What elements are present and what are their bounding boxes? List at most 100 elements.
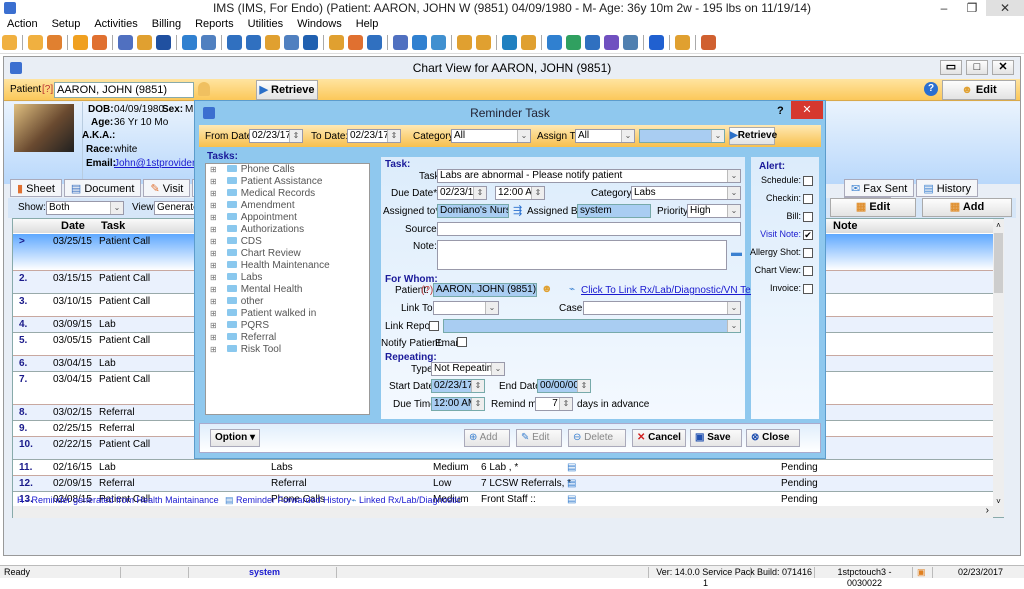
toolbar-button-icon[interactable] bbox=[521, 35, 536, 50]
email-link[interactable]: John@1stprovidersc bbox=[114, 158, 205, 169]
toolbar-button-icon[interactable] bbox=[329, 35, 344, 50]
task-select[interactable]: Labs are abnormal - Please notify patien… bbox=[437, 169, 741, 183]
alert-checkbox[interactable] bbox=[803, 247, 813, 258]
tree-item[interactable]: ⊞ Appointment bbox=[206, 212, 369, 224]
menu-reports[interactable]: Reports bbox=[188, 16, 241, 32]
header-task[interactable]: Task bbox=[101, 219, 125, 233]
expand-icon[interactable]: ⊞ bbox=[210, 189, 217, 198]
patient-help-link[interactable]: (?) bbox=[421, 285, 433, 296]
menu-windows[interactable]: Windows bbox=[290, 16, 349, 32]
expand-icon[interactable]: ⊞ bbox=[210, 273, 217, 282]
note-field[interactable] bbox=[437, 240, 727, 270]
expand-icon[interactable]: ⊞ bbox=[210, 201, 217, 210]
link-report-checkbox[interactable] bbox=[429, 321, 439, 331]
delete-button[interactable]: ⊖ Delete bbox=[568, 429, 626, 447]
menu-setup[interactable]: Setup bbox=[45, 16, 88, 32]
tab-sheet[interactable]: ▮ Sheet bbox=[10, 179, 62, 197]
menu-help[interactable]: Help bbox=[349, 16, 386, 32]
menu-utilities[interactable]: Utilities bbox=[241, 16, 290, 32]
toolbar-button-icon[interactable] bbox=[227, 35, 242, 50]
tree-item[interactable]: ⊞ Labs bbox=[206, 272, 369, 284]
toolbar-button-icon[interactable] bbox=[118, 35, 133, 50]
source-field[interactable] bbox=[437, 222, 741, 236]
expand-icon[interactable]: ⊞ bbox=[210, 333, 217, 342]
tree-item[interactable]: ⊞ other bbox=[206, 296, 369, 308]
toolbar-button-icon[interactable] bbox=[284, 35, 299, 50]
toolbar-button-icon[interactable] bbox=[502, 35, 517, 50]
toolbar-button-icon[interactable] bbox=[566, 35, 581, 50]
expand-icon[interactable]: ⊞ bbox=[210, 309, 217, 318]
tab-history[interactable]: ▤ History bbox=[916, 179, 979, 197]
expand-icon[interactable]: ⊞ bbox=[210, 261, 217, 270]
tree-item[interactable]: ⊞ Patient Assistance bbox=[206, 176, 369, 188]
toolbar-button-icon[interactable] bbox=[367, 35, 382, 50]
toolbar-button-icon[interactable] bbox=[28, 35, 43, 50]
expand-icon[interactable]: ⊞ bbox=[210, 285, 217, 294]
toolbar-button-icon[interactable] bbox=[623, 35, 638, 50]
toolbar-button-icon[interactable] bbox=[585, 35, 600, 50]
toolbar-button-icon[interactable] bbox=[182, 35, 197, 50]
table-row[interactable]: 11. 02/16/15 Lab Labs Medium 6 Lab , * Pending… bbox=[13, 460, 993, 476]
close-dialog-button[interactable]: ⊗ Close bbox=[746, 429, 800, 447]
scroll-thumb[interactable] bbox=[994, 233, 1003, 293]
toolbar-button-icon[interactable] bbox=[604, 35, 619, 50]
link-to-select[interactable]: ⌄ bbox=[433, 301, 499, 315]
toolbar-button-icon[interactable] bbox=[348, 35, 363, 50]
restore-button[interactable]: ❐ bbox=[958, 0, 986, 16]
dialog-close-button[interactable]: ✕ bbox=[791, 101, 823, 119]
vertical-scrollbar[interactable]: ˄ ˅ bbox=[993, 219, 1004, 517]
toolbar-button-icon[interactable] bbox=[649, 35, 664, 50]
show-select[interactable]: Both ⌄ bbox=[46, 201, 124, 215]
chart-minimize-button[interactable]: ▭ bbox=[940, 60, 962, 75]
expand-icon[interactable]: ⊞ bbox=[210, 249, 217, 258]
tab-visit[interactable]: ✎ Visit bbox=[143, 179, 191, 197]
dialog-retrieve-button[interactable]: ▶Retrieve bbox=[729, 127, 777, 145]
tree-item[interactable]: ⊞ Health Maintenance bbox=[206, 260, 369, 272]
alert-checkbox[interactable]: ✔ bbox=[803, 229, 813, 240]
alert-checkbox[interactable] bbox=[803, 283, 813, 294]
edit-patient-button[interactable]: ☻ Edit Patient bbox=[942, 80, 1016, 114]
note-comment-icon[interactable]: ▬ bbox=[731, 247, 742, 259]
add-reminder-button[interactable]: ▦ Add Reminder bbox=[922, 198, 1012, 230]
category-filter-select[interactable]: All ⌄ bbox=[451, 129, 531, 143]
patient-field[interactable]: AARON, JOHN (9851) bbox=[54, 82, 194, 98]
tree-item[interactable]: ⊞ CDS bbox=[206, 236, 369, 248]
assign-to-user-select[interactable]: ⌄ bbox=[639, 129, 725, 143]
menu-action[interactable]: Action bbox=[0, 16, 45, 32]
assign-user-icon[interactable]: ⇶ bbox=[513, 204, 522, 217]
save-button[interactable]: ▣ Save bbox=[690, 429, 742, 447]
history-icon[interactable]: ▤ bbox=[567, 494, 576, 505]
expand-icon[interactable]: ⊞ bbox=[210, 345, 217, 354]
tree-item[interactable]: ⊞ Authorizations bbox=[206, 224, 369, 236]
add-button[interactable]: ⊕ Add bbox=[464, 429, 510, 447]
toolbar-button-icon[interactable] bbox=[393, 35, 408, 50]
toolbar-button-icon[interactable] bbox=[201, 35, 216, 50]
notify-email-checkbox[interactable] bbox=[457, 337, 467, 347]
to-date-field[interactable]: 02/23/17 ⇕ bbox=[347, 129, 401, 143]
toolbar-button-icon[interactable] bbox=[73, 35, 88, 50]
start-date-field[interactable]: 02/23/17 ⇕ bbox=[431, 379, 485, 393]
toolbar-button-icon[interactable] bbox=[431, 35, 446, 50]
assign-to-select[interactable]: All ⌄ bbox=[575, 129, 635, 143]
link-rx-lab-link[interactable]: Click To Link Rx/Lab/Diagnostic/VN Temp. bbox=[581, 285, 767, 296]
tree-item[interactable]: ⊞ Mental Health bbox=[206, 284, 369, 296]
due-date-field[interactable]: 02/23/17 ⇕ bbox=[437, 186, 487, 200]
tree-item[interactable]: ⊞ Medical Records bbox=[206, 188, 369, 200]
toolbar-button-icon[interactable] bbox=[47, 35, 62, 50]
toolbar-button-icon[interactable] bbox=[675, 35, 690, 50]
toolbar-button-icon[interactable] bbox=[412, 35, 427, 50]
history-icon[interactable]: ▤ bbox=[567, 478, 576, 489]
expand-icon[interactable]: ⊞ bbox=[210, 297, 217, 306]
close-button[interactable]: ✕ bbox=[986, 0, 1024, 16]
tab-document[interactable]: ▤ Document bbox=[63, 179, 142, 197]
link-report-select[interactable]: ⌄ bbox=[443, 319, 741, 333]
toolbar-button-icon[interactable] bbox=[92, 35, 107, 50]
menu-activities[interactable]: Activities bbox=[87, 16, 144, 32]
toolbar-button-icon[interactable] bbox=[137, 35, 152, 50]
alert-checkbox[interactable] bbox=[803, 211, 813, 222]
retrieve-button[interactable]: ▶ Retrieve bbox=[256, 80, 318, 100]
toolbar-button-icon[interactable] bbox=[547, 35, 562, 50]
tree-item[interactable]: ⊞ Amendment bbox=[206, 200, 369, 212]
cancel-button[interactable]: ✕ Cancel bbox=[632, 429, 686, 447]
chart-maximize-button[interactable]: □ bbox=[966, 60, 988, 75]
